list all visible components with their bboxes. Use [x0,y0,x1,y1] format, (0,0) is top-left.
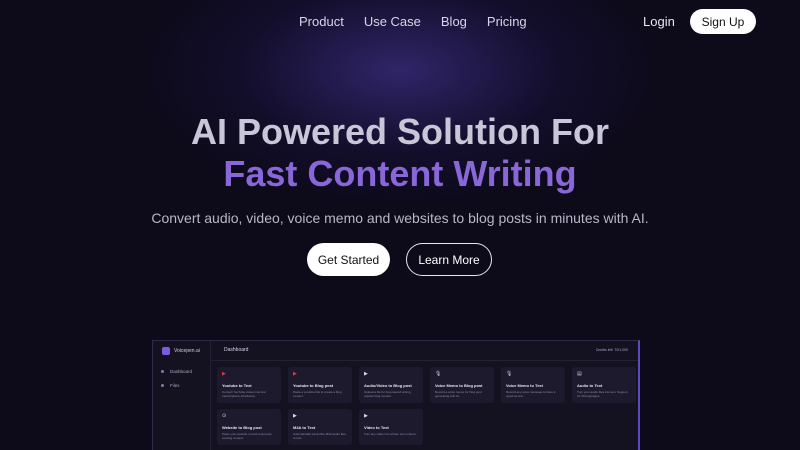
card-desc: Paste your website url and repurpose exi… [222,432,272,440]
globe-icon: ⊙ [222,413,227,419]
microphone-icon: 🎙 [435,371,442,377]
login-link[interactable]: Login [643,14,675,29]
dashboard-sidebar: Voicepen.ai Dashboard Files [153,341,211,450]
card-desc: Turn any video into written text content… [364,432,417,436]
card-desc: Convert YouTube videos into text transcr… [222,390,266,398]
card-youtube-to-text[interactable]: ▶ Youtube to Text Convert YouTube videos… [217,367,281,403]
dashboard-header: Dashboard Credits left: 70/1,000 [211,341,638,361]
nav-pricing-link[interactable]: Pricing [487,14,527,29]
get-started-button[interactable]: Get Started [307,243,390,276]
brand-logo-icon [162,347,170,355]
hero-title-line2: Fast Content Writing [223,153,577,194]
card-youtube-to-blog[interactable]: ▶ Youtube to Blog post Paste a youtube l… [288,367,352,403]
learn-more-button[interactable]: Learn More [406,243,492,276]
dashboard-icon [161,370,164,373]
card-title: M4A to Text [293,425,316,430]
nav-blog-link[interactable]: Blog [441,14,467,29]
dashboard-preview: Voicepen.ai Dashboard Files Dashboard Cr… [152,340,640,450]
dashboard-title: Dashboard [224,347,249,353]
card-desc: Record a voice memo for blog post genera… [435,390,482,398]
card-title: Audio to Text [577,383,603,388]
brand-name: Voicepen.ai [174,348,200,354]
card-title: Website to Blog post [222,425,262,430]
file-icon: ▤ [577,371,582,377]
sidebar-item-label: Files [170,383,180,388]
card-audio-video-to-blog[interactable]: ▶ Audio/Video to Blog post Upload a file… [359,367,423,403]
card-audio-to-text[interactable]: ▤ Audio to Text Turn your audio files in… [572,367,636,403]
card-desc: Automatically transcribe M4A audio files… [293,432,347,440]
sidebar-item-label: Dashboard [170,369,193,374]
card-title: Voice Memo to Text [506,383,543,388]
youtube-icon: ▶ [222,371,226,377]
card-title: Youtube to Blog post [293,383,334,388]
card-voice-memo-to-blog[interactable]: 🎙 Voice Memo to Blog post Record a voice… [430,367,494,403]
card-desc: Paste a youtube link to create a blog co… [293,390,342,398]
card-website-to-blog[interactable]: ⊙ Website to Blog post Paste your websit… [217,409,281,445]
sidebar-item-files[interactable]: Files [161,383,180,388]
card-title: Audio/Video to Blog post [364,383,412,388]
credits-counter: Credits left: 70/1,000 [595,348,628,352]
hero-subtitle: Convert audio, video, voice memo and web… [151,210,649,226]
nav-use-case-link[interactable]: Use Case [364,14,421,29]
card-desc: Turn your audio files into text. Support… [577,390,628,398]
top-nav: Product Use Case Blog Pricing Login Sign… [0,0,800,44]
dashboard-brand: Voicepen.ai [162,347,200,355]
card-title: Video to Text [364,425,389,430]
play-icon: ▶ [293,413,297,419]
sidebar-item-dashboard[interactable]: Dashboard [161,369,192,374]
nav-product-link[interactable]: Product [299,14,344,29]
card-title: Youtube to Text [222,383,252,388]
card-voice-memo-to-text[interactable]: 🎙 Voice Memo to Text Record any voice me… [501,367,565,403]
card-desc: Record any voice message to have it type… [506,390,556,398]
card-title: Voice Memo to Blog post [435,383,483,388]
tool-cards-row1: ▶ Youtube to Text Convert YouTube videos… [217,367,637,403]
nav-links: Product Use Case Blog Pricing [299,14,527,29]
card-video-to-text[interactable]: ▶ Video to Text Turn any video into writ… [359,409,423,445]
files-icon [161,384,164,387]
tool-cards-row2: ⊙ Website to Blog post Paste your websit… [217,409,637,445]
card-m4a-to-text[interactable]: ▶ M4A to Text Automatically transcribe M… [288,409,352,445]
sign-up-button[interactable]: Sign Up [690,9,756,34]
card-desc: Upload a file for AI-powered writing org… [364,390,411,398]
play-icon: ▶ [364,413,368,419]
youtube-icon: ▶ [293,371,297,377]
microphone-icon: 🎙 [506,371,513,377]
hero-title-line1: AI Powered Solution For [190,111,609,152]
play-icon: ▶ [364,371,368,377]
